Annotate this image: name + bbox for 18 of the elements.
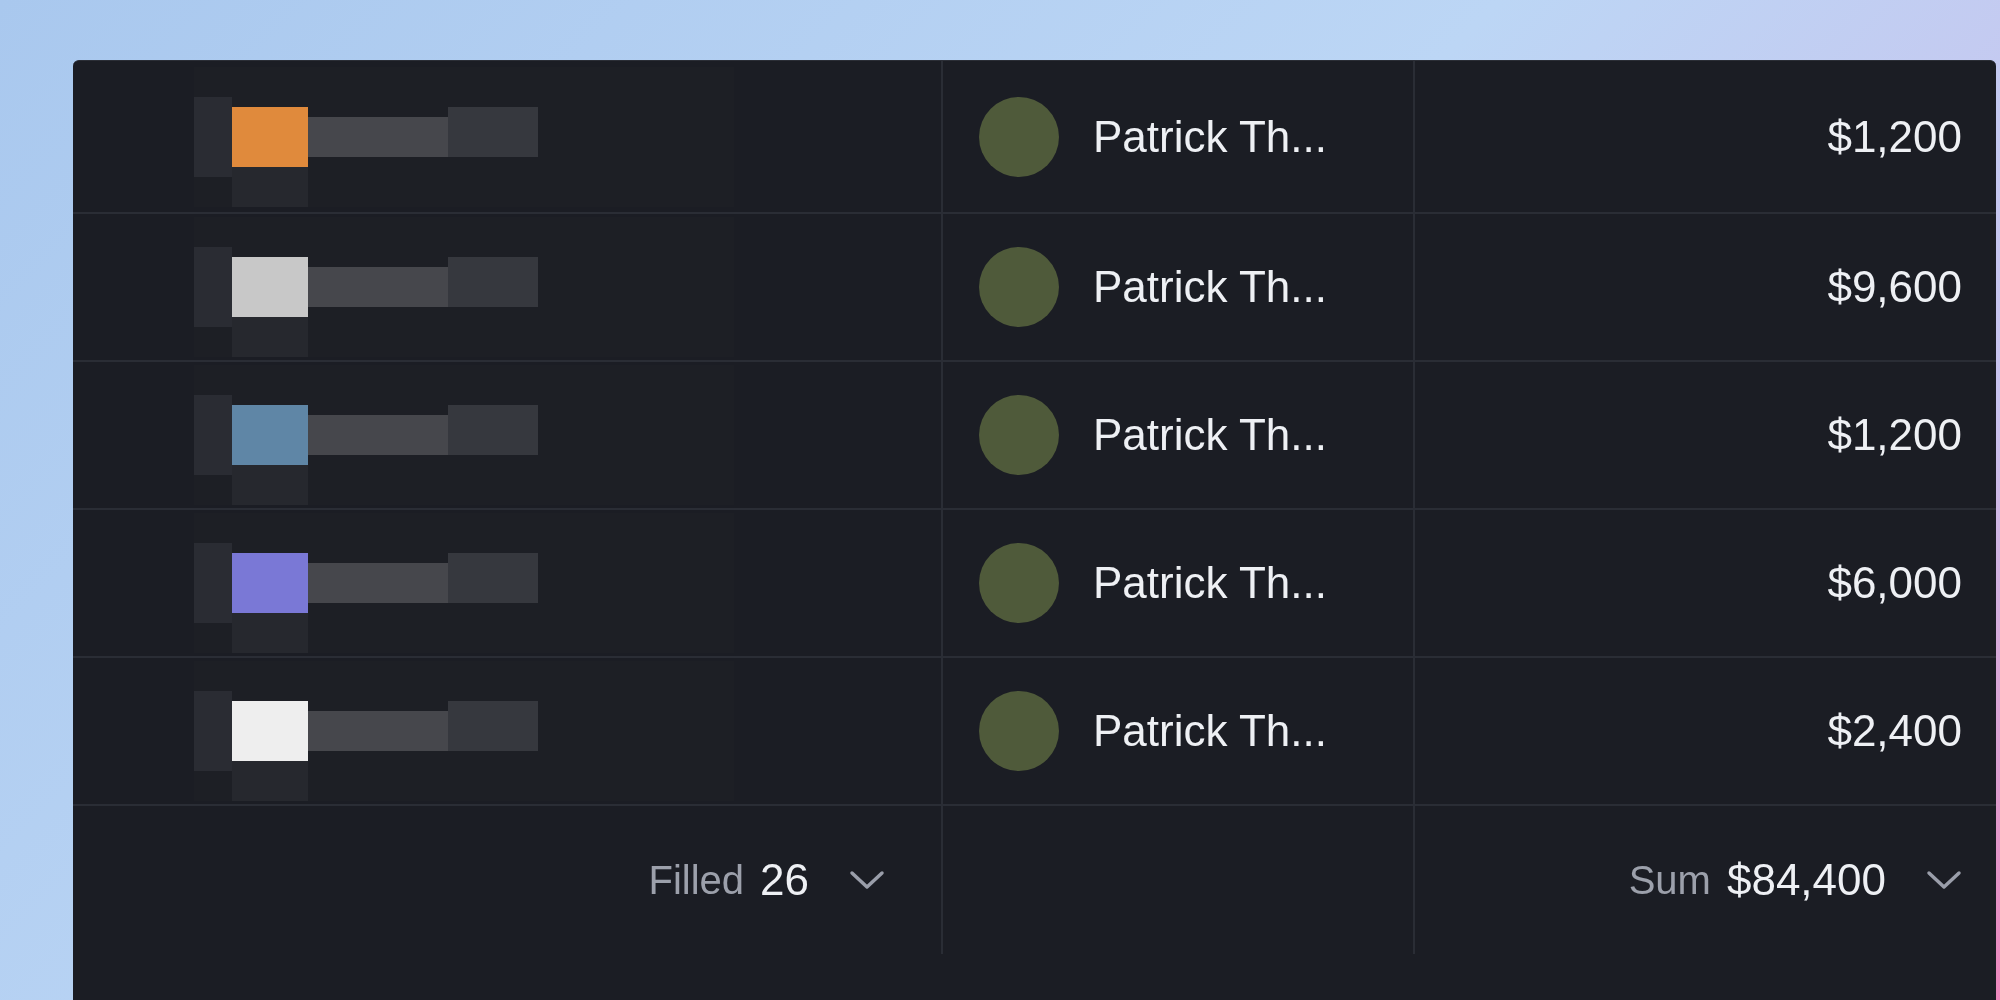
owner-name: Patrick Th... [1093,705,1327,757]
owner-name: Patrick Th... [1093,110,1327,163]
owner-name: Patrick Th... [1093,557,1327,609]
chevron-down-icon [849,870,885,890]
summary-value: $84,400 [1726,854,1886,906]
sum-summary-dropdown[interactable]: Sum $84,400 [1628,847,1962,913]
owner-name: Patrick Th... [1093,261,1327,313]
owner-name: Patrick Th... [1093,409,1327,461]
filled-summary-dropdown[interactable]: Filled 26 [648,847,885,913]
summary-label: Filled [648,857,745,904]
chevron-down-icon [1926,870,1962,890]
summary-value: 26 [760,854,809,906]
amount: $9,600 [1827,261,1962,313]
amount: $2,400 [1827,705,1962,757]
amount: $1,200 [1827,409,1962,461]
amount: $6,000 [1827,557,1962,609]
summary-label: Sum [1628,857,1711,904]
amount: $1,200 [1827,110,1962,163]
